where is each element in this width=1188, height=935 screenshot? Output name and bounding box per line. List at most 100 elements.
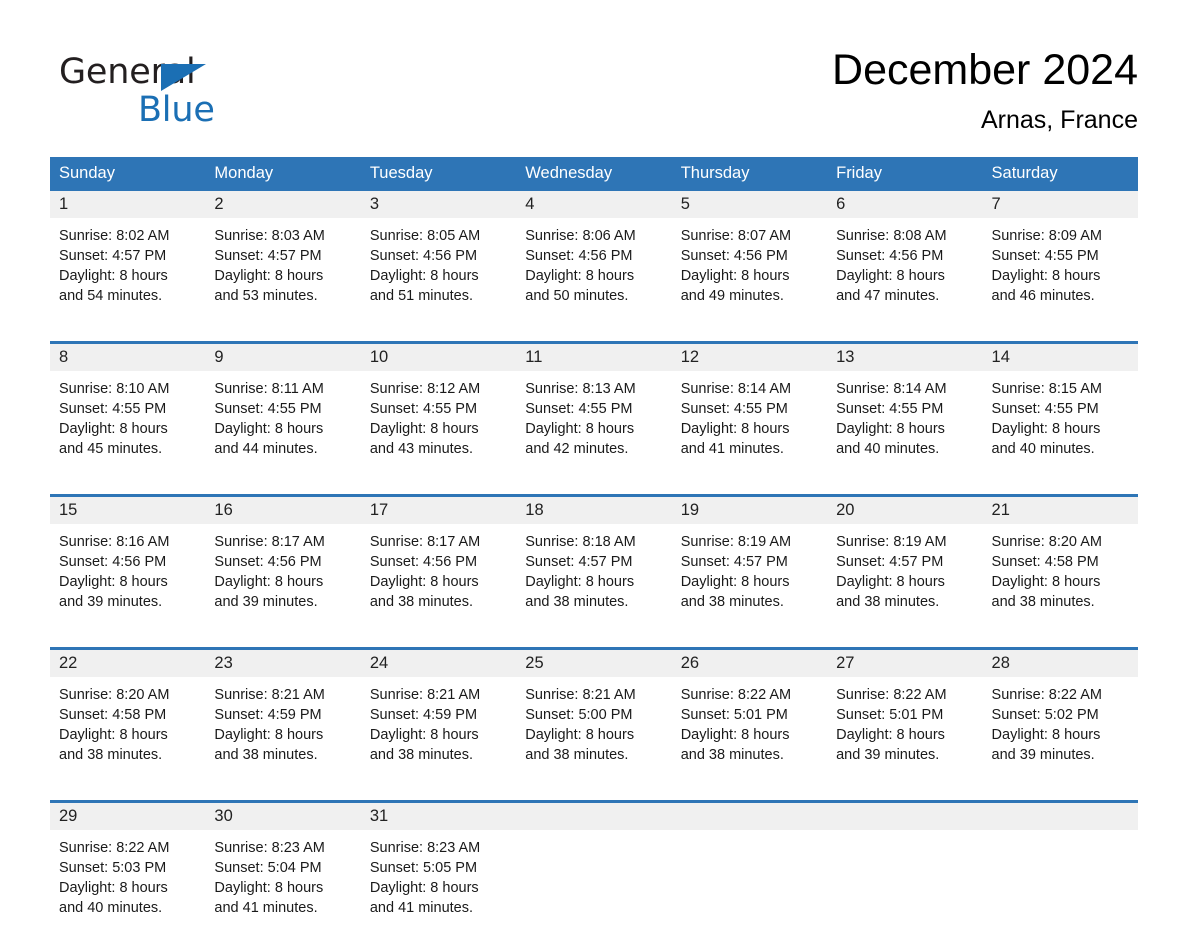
day-number-band: 22 xyxy=(50,650,205,677)
calendar-day-cell[interactable]: 9Sunrise: 8:11 AMSunset: 4:55 PMDaylight… xyxy=(205,343,360,477)
day-number-band: 16 xyxy=(205,497,360,524)
sunrise-text: Sunrise: 8:06 AM xyxy=(525,226,671,246)
day-number-band: 27 xyxy=(827,650,982,677)
calendar-day-cell[interactable]: 14Sunrise: 8:15 AMSunset: 4:55 PMDayligh… xyxy=(983,343,1138,477)
sunset-text: Sunset: 4:55 PM xyxy=(59,399,205,419)
daylight-text-line2: and 39 minutes. xyxy=(214,592,360,612)
calendar-empty-cell xyxy=(516,802,671,935)
calendar-day-cell[interactable]: 30Sunrise: 8:23 AMSunset: 5:04 PMDayligh… xyxy=(205,802,360,935)
day-cell-content xyxy=(672,803,827,935)
day-cell-content: 25 Sunrise: 8:21 AMSunset: 5:00 PMDayligh… xyxy=(516,650,671,782)
daylight-text-line2: and 53 minutes. xyxy=(214,286,360,306)
calendar-page: General Blue December 2024 Arnas, France… xyxy=(0,0,1188,918)
day-details: Sunrise: 8:11 AMSunset: 4:55 PMDaylight:… xyxy=(205,371,360,459)
calendar-day-cell[interactable]: 7Sunrise: 8:09 AMSunset: 4:55 PMDaylight… xyxy=(983,191,1138,323)
calendar-day-cell[interactable]: 10Sunrise: 8:12 AMSunset: 4:55 PMDayligh… xyxy=(361,343,516,477)
calendar-day-cell[interactable]: 20Sunrise: 8:19 AMSunset: 4:57 PMDayligh… xyxy=(827,496,982,630)
calendar-day-cell[interactable]: 22Sunrise: 8:20 AMSunset: 4:58 PMDayligh… xyxy=(50,649,205,783)
day-number: 6 xyxy=(836,195,845,213)
day-cell-content xyxy=(983,803,1138,935)
calendar-day-cell[interactable]: 12Sunrise: 8:14 AMSunset: 4:55 PMDayligh… xyxy=(672,343,827,477)
sunset-text: Sunset: 4:59 PM xyxy=(214,705,360,725)
day-cell-content xyxy=(827,803,982,935)
day-cell-content: 1Sunrise: 8:02 AMSunset: 4:57 PMDaylight… xyxy=(50,191,205,323)
day-cell-content: 15Sunrise: 8:16 AMSunset: 4:56 PMDayligh… xyxy=(50,497,205,629)
day-number: 4 xyxy=(525,195,534,213)
day-details: Sunrise: 8:06 AMSunset: 4:56 PMDaylight:… xyxy=(516,218,671,306)
daylight-text-line2: and 44 minutes. xyxy=(214,439,360,459)
general-blue-logo[interactable]: General Blue xyxy=(59,52,319,138)
calendar-day-cell[interactable]: 11Sunrise: 8:13 AMSunset: 4:55 PMDayligh… xyxy=(516,343,671,477)
daylight-text-line1: Daylight: 8 hours xyxy=(370,725,516,745)
sunset-text: Sunset: 5:04 PM xyxy=(214,858,360,878)
daylight-text-line1: Daylight: 8 hours xyxy=(59,266,205,286)
sunrise-text: Sunrise: 8:20 AM xyxy=(59,685,205,705)
calendar-day-cell[interactable]: 3Sunrise: 8:05 AMSunset: 4:56 PMDaylight… xyxy=(361,191,516,323)
day-cell-content: 17Sunrise: 8:17 AMSunset: 4:56 PMDayligh… xyxy=(361,497,516,629)
week-spacer-cell xyxy=(50,782,1138,802)
sunset-text: Sunset: 5:00 PM xyxy=(525,705,671,725)
calendar-day-cell[interactable]: 25 Sunrise: 8:21 AMSunset: 5:00 PMDayligh… xyxy=(516,649,671,783)
calendar-day-cell[interactable]: 19Sunrise: 8:19 AMSunset: 4:57 PMDayligh… xyxy=(672,496,827,630)
day-details: Sunrise: 8:12 AMSunset: 4:55 PMDaylight:… xyxy=(361,371,516,459)
calendar-day-cell[interactable]: 21Sunrise: 8:20 AMSunset: 4:58 PMDayligh… xyxy=(983,496,1138,630)
daylight-text-line2: and 46 minutes. xyxy=(992,286,1138,306)
calendar-day-cell[interactable]: 23Sunrise: 8:21 AMSunset: 4:59 PMDayligh… xyxy=(205,649,360,783)
day-number-band: 19 xyxy=(672,497,827,524)
daylight-text-line2: and 38 minutes. xyxy=(681,592,827,612)
daylight-text-line1: Daylight: 8 hours xyxy=(836,725,982,745)
title-block: December 2024 Arnas, France xyxy=(832,44,1138,136)
day-number: 15 xyxy=(59,501,77,519)
calendar-day-cell[interactable]: 18Sunrise: 8:18 AMSunset: 4:57 PMDayligh… xyxy=(516,496,671,630)
sunrise-text: Sunrise: 8:08 AM xyxy=(836,226,982,246)
sunset-text: Sunset: 5:01 PM xyxy=(836,705,982,725)
calendar-day-cell[interactable]: 5Sunrise: 8:07 AMSunset: 4:56 PMDaylight… xyxy=(672,191,827,323)
calendar-day-cell[interactable]: 13Sunrise: 8:14 AMSunset: 4:55 PMDayligh… xyxy=(827,343,982,477)
day-number: 16 xyxy=(214,501,232,519)
calendar-day-cell[interactable]: 27Sunrise: 8:22 AMSunset: 5:01 PMDayligh… xyxy=(827,649,982,783)
sunset-text: Sunset: 4:57 PM xyxy=(214,246,360,266)
calendar-day-cell[interactable]: 26Sunrise: 8:22 AMSunset: 5:01 PMDayligh… xyxy=(672,649,827,783)
calendar-day-cell[interactable]: 17Sunrise: 8:17 AMSunset: 4:56 PMDayligh… xyxy=(361,496,516,630)
sunrise-sunset-calendar: Sunday Monday Tuesday Wednesday Thursday… xyxy=(50,157,1138,935)
sunrise-text: Sunrise: 8:19 AM xyxy=(681,532,827,552)
page-header: General Blue December 2024 Arnas, France xyxy=(50,44,1138,148)
daylight-text-line2: and 38 minutes. xyxy=(370,745,516,765)
calendar-day-cell[interactable]: 31Sunrise: 8:23 AMSunset: 5:05 PMDayligh… xyxy=(361,802,516,935)
calendar-day-cell[interactable]: 28Sunrise: 8:22 AMSunset: 5:02 PMDayligh… xyxy=(983,649,1138,783)
calendar-day-cell[interactable]: 6Sunrise: 8:08 AMSunset: 4:56 PMDaylight… xyxy=(827,191,982,323)
calendar-day-cell[interactable]: 4 Sunrise: 8:06 AMSunset: 4:56 PMDaylight… xyxy=(516,191,671,323)
day-details: Sunrise: 8:23 AMSunset: 5:04 PMDaylight:… xyxy=(205,830,360,918)
sunrise-text: Sunrise: 8:18 AM xyxy=(525,532,671,552)
daylight-text-line1: Daylight: 8 hours xyxy=(525,572,671,592)
calendar-day-cell[interactable]: 15Sunrise: 8:16 AMSunset: 4:56 PMDayligh… xyxy=(50,496,205,630)
daylight-text-line1: Daylight: 8 hours xyxy=(370,266,516,286)
day-number: 22 xyxy=(59,654,77,672)
weekday-header-thursday: Thursday xyxy=(672,157,827,191)
calendar-day-cell[interactable]: 24Sunrise: 8:21 AMSunset: 4:59 PMDayligh… xyxy=(361,649,516,783)
sunrise-text: Sunrise: 8:13 AM xyxy=(525,379,671,399)
day-number: 25 xyxy=(525,654,543,672)
day-number-band: 26 xyxy=(672,650,827,677)
day-details: Sunrise: 8:21 AMSunset: 4:59 PMDaylight:… xyxy=(361,677,516,765)
daylight-text-line1: Daylight: 8 hours xyxy=(525,419,671,439)
calendar-day-cell[interactable]: 8Sunrise: 8:10 AMSunset: 4:55 PMDaylight… xyxy=(50,343,205,477)
calendar-day-cell[interactable]: 16Sunrise: 8:17 AMSunset: 4:56 PMDayligh… xyxy=(205,496,360,630)
daylight-text-line1: Daylight: 8 hours xyxy=(836,266,982,286)
calendar-day-cell[interactable]: 2Sunrise: 8:03 AMSunset: 4:57 PMDaylight… xyxy=(205,191,360,323)
day-cell-content: 24Sunrise: 8:21 AMSunset: 4:59 PMDayligh… xyxy=(361,650,516,782)
sunrise-text: Sunrise: 8:16 AM xyxy=(59,532,205,552)
day-number-band: 9 xyxy=(205,344,360,371)
sunrise-text: Sunrise: 8:12 AM xyxy=(370,379,516,399)
calendar-day-cell[interactable]: 1Sunrise: 8:02 AMSunset: 4:57 PMDaylight… xyxy=(50,191,205,323)
day-number-band: 10 xyxy=(361,344,516,371)
day-cell-content: 23Sunrise: 8:21 AMSunset: 4:59 PMDayligh… xyxy=(205,650,360,782)
daylight-text-line1: Daylight: 8 hours xyxy=(59,572,205,592)
daylight-text-line1: Daylight: 8 hours xyxy=(992,266,1138,286)
day-details: Sunrise: 8:21 AMSunset: 5:00 PMDaylight:… xyxy=(516,677,671,765)
day-number: 17 xyxy=(370,501,388,519)
day-number: 31 xyxy=(370,807,388,825)
daylight-text-line2: and 54 minutes. xyxy=(59,286,205,306)
sunset-text: Sunset: 4:58 PM xyxy=(992,552,1138,572)
calendar-day-cell[interactable]: 29Sunrise: 8:22 AMSunset: 5:03 PMDayligh… xyxy=(50,802,205,935)
